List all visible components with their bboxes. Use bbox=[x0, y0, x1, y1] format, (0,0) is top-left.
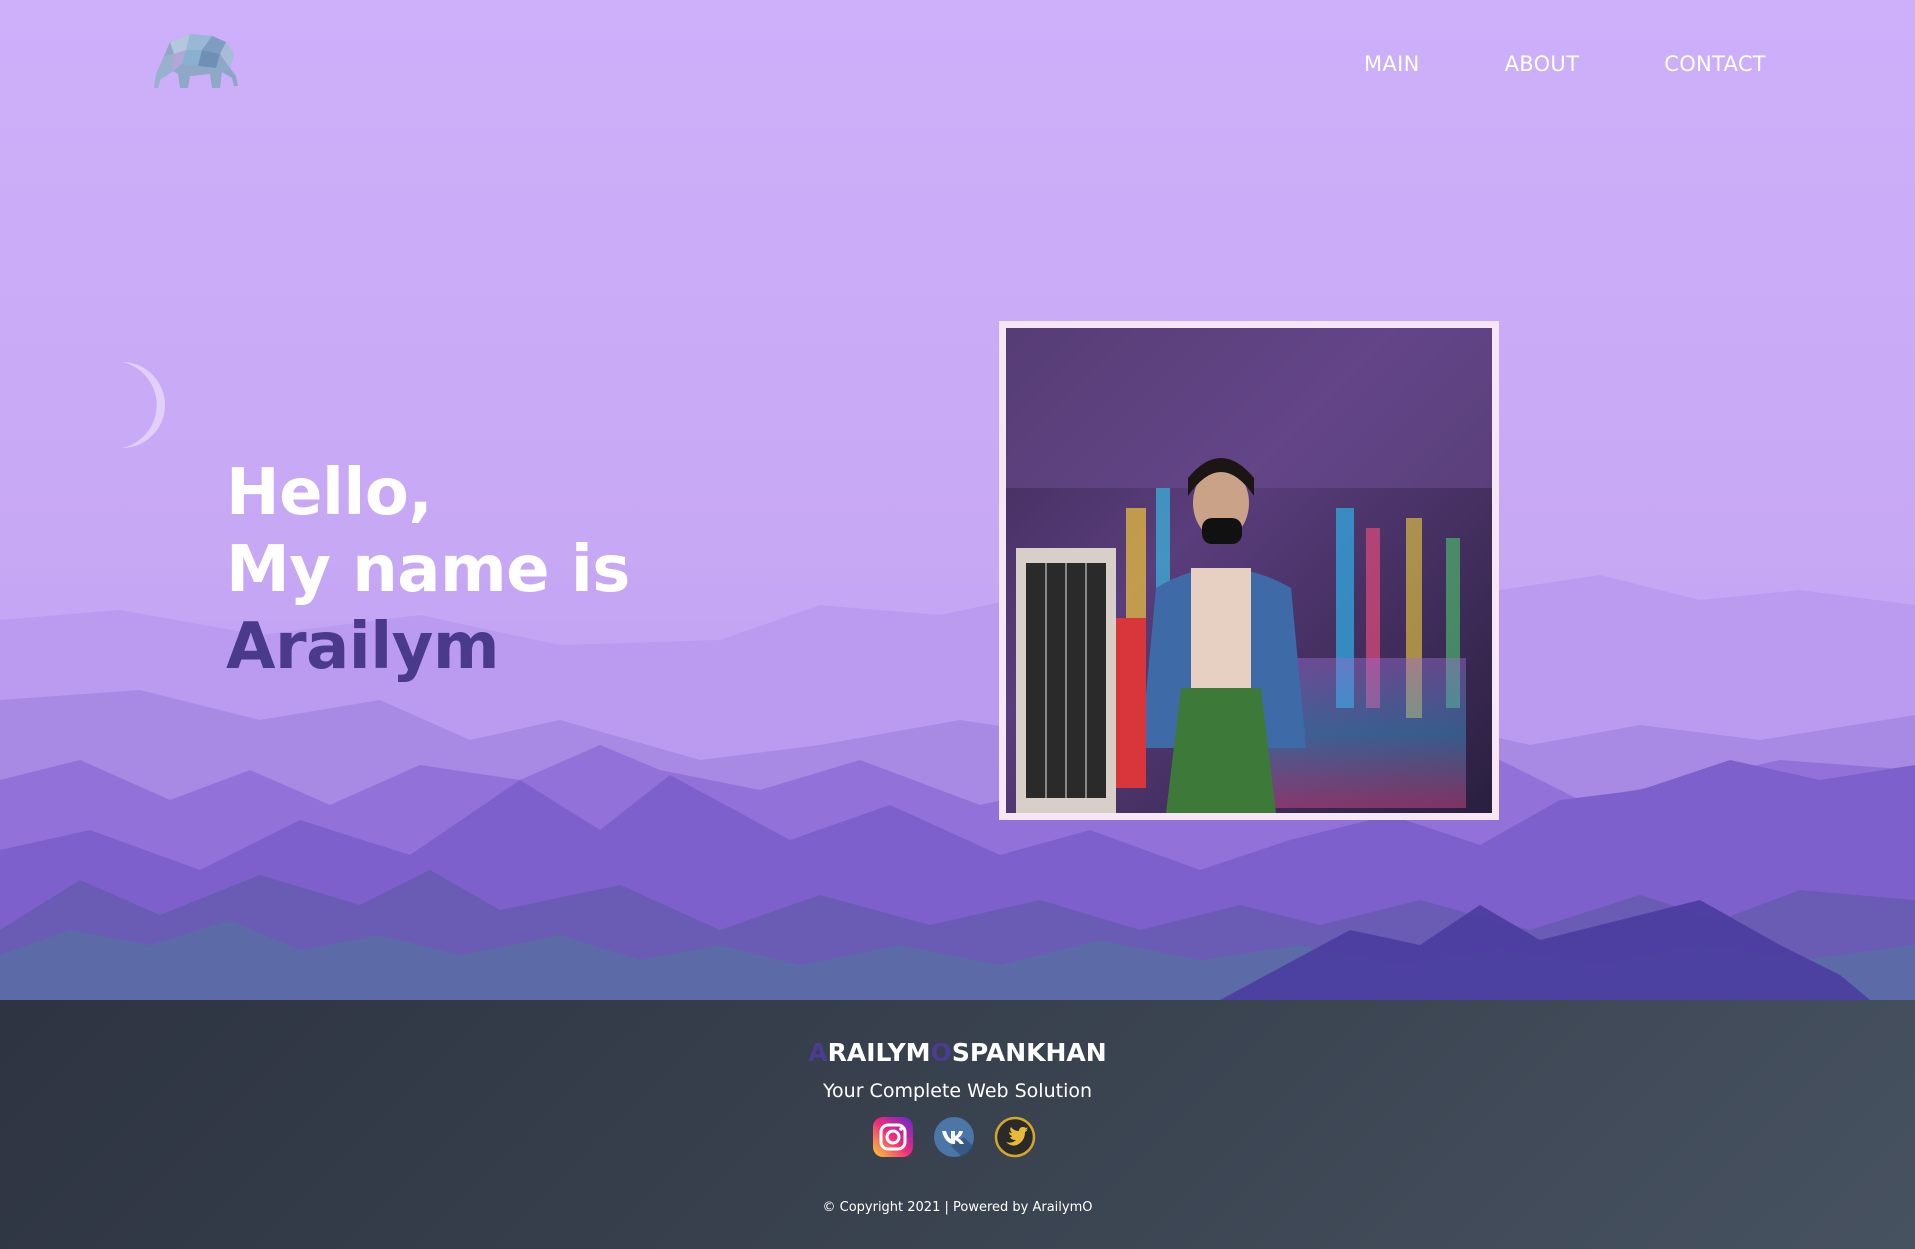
nav-contact-link[interactable]: CONTACT bbox=[1664, 52, 1766, 76]
nav-main-link[interactable]: MAIN bbox=[1364, 52, 1420, 76]
profile-photo bbox=[1006, 328, 1492, 813]
brand-first-letter: A bbox=[808, 1038, 828, 1067]
main-nav: MAIN ABOUT CONTACT bbox=[1340, 52, 1766, 76]
brand-last-name: SPANKHAN bbox=[951, 1038, 1107, 1067]
social-links bbox=[872, 1116, 1036, 1158]
vk-icon[interactable] bbox=[933, 1116, 975, 1158]
profile-photo-frame bbox=[999, 321, 1499, 820]
hero-name: Arailym bbox=[226, 610, 500, 684]
crescent-moon-icon bbox=[122, 362, 165, 448]
brand-separator: O bbox=[930, 1038, 952, 1067]
hero-greeting: Hello, bbox=[226, 456, 433, 530]
instagram-icon[interactable] bbox=[872, 1116, 914, 1158]
copyright-text: © Copyright 2021 | Powered by ArailymO bbox=[822, 1200, 1093, 1215]
hero-section: MAIN ABOUT CONTACT Hello, My name is Ara… bbox=[0, 0, 1915, 1000]
hero-intro: My name is bbox=[226, 533, 630, 607]
brand-first-name: RAILYM bbox=[827, 1038, 931, 1067]
elephant-logo-icon[interactable] bbox=[150, 28, 242, 90]
nav-about-link[interactable]: ABOUT bbox=[1505, 52, 1580, 76]
footer: ARAILYMOSPANKHAN Your Complete Web Solut… bbox=[0, 1000, 1915, 1249]
twitter-icon[interactable] bbox=[994, 1116, 1036, 1158]
footer-tagline: Your Complete Web Solution bbox=[822, 1080, 1093, 1102]
footer-brand: ARAILYMOSPANKHAN bbox=[0, 1038, 1915, 1067]
hero-heading: Hello, My name is Arailym bbox=[226, 455, 630, 686]
